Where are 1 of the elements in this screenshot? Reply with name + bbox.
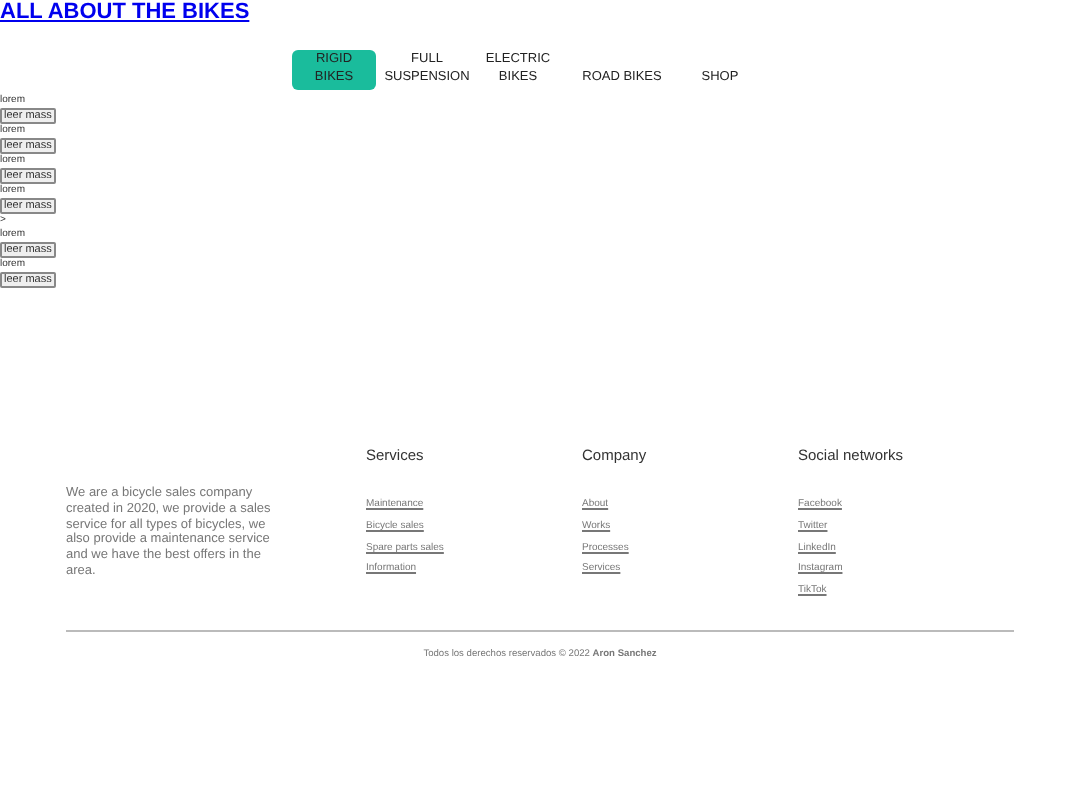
site-title-link[interactable]: ALL ABOUT THE BIKES (0, 0, 250, 24)
